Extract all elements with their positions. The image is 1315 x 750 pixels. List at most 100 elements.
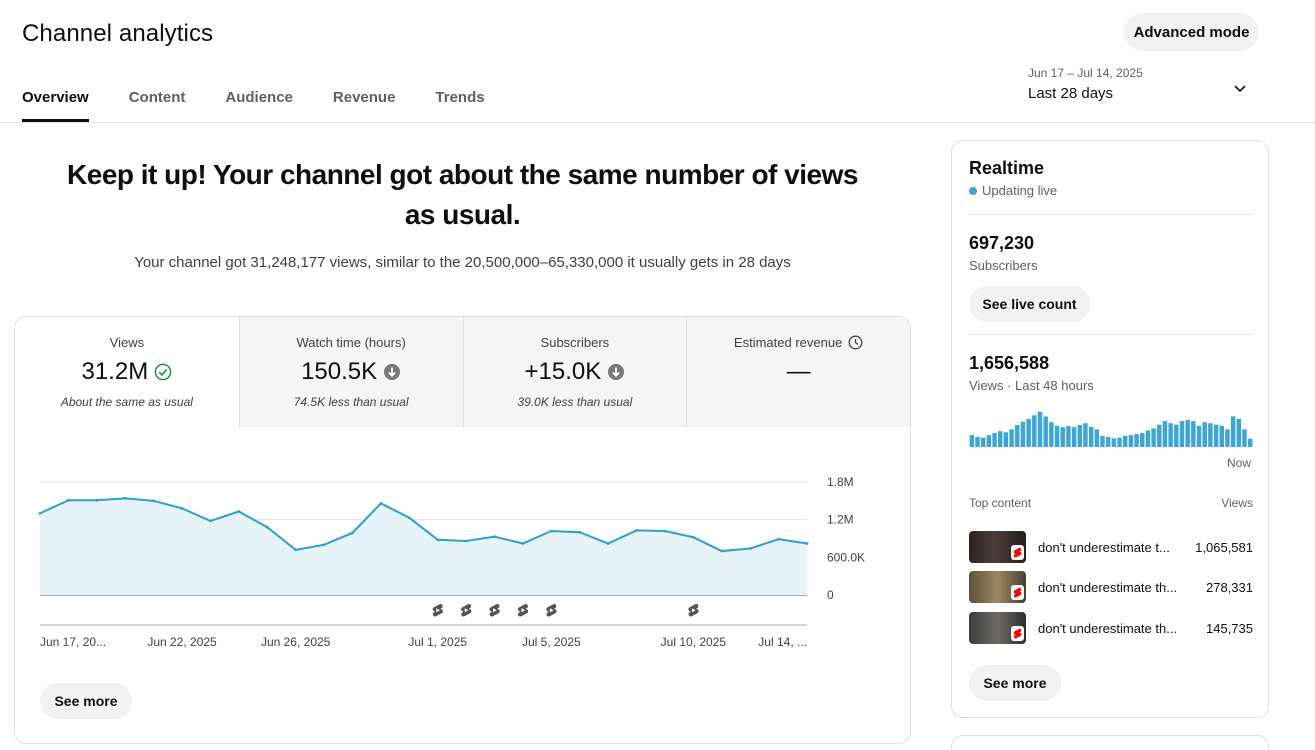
divider bbox=[969, 214, 1253, 215]
live-dot-icon bbox=[969, 186, 977, 195]
data-point bbox=[180, 506, 184, 510]
metric-value: — bbox=[786, 358, 811, 385]
realtime-card: Realtime Updating live 697,230 Subscribe… bbox=[951, 140, 1269, 718]
sparkline-bar bbox=[1060, 427, 1065, 447]
sparkline-bar bbox=[1162, 421, 1168, 447]
y-tick-label: 0 bbox=[827, 588, 834, 602]
data-point bbox=[152, 499, 156, 503]
sparkline-bar bbox=[1213, 424, 1219, 447]
metric-note: About the same as usual bbox=[60, 395, 193, 409]
data-point bbox=[379, 501, 383, 505]
data-point bbox=[95, 498, 99, 502]
series-area bbox=[40, 498, 807, 595]
tab-content[interactable]: Content bbox=[129, 84, 186, 122]
metric-views[interactable]: Views 31.2M About the same as usual bbox=[15, 317, 239, 427]
sparkline-bar bbox=[1208, 423, 1213, 447]
see-more-button[interactable]: See more bbox=[969, 665, 1061, 701]
realtime-title: Realtime bbox=[969, 158, 1045, 178]
sparkline-bar bbox=[1105, 436, 1111, 447]
data-point bbox=[294, 548, 298, 552]
x-tick-label: Jun 22, 2025 bbox=[147, 635, 217, 649]
top-content-title: don't underestimate t... bbox=[1038, 539, 1170, 555]
x-tick-label: Jun 17, 20... bbox=[40, 635, 106, 649]
top-content-title: don't underestimate th... bbox=[1038, 620, 1178, 636]
y-tick-label: 600.0K bbox=[827, 550, 865, 564]
metric-label: Views bbox=[109, 335, 145, 350]
data-point bbox=[67, 498, 70, 502]
sparkline-bar bbox=[1151, 428, 1156, 447]
sparkline-bar bbox=[1196, 425, 1202, 447]
top-content-row[interactable]: don't underestimate th... 278,331 bbox=[969, 571, 1253, 603]
see-more-button[interactable]: See more bbox=[40, 683, 132, 719]
page-title: Channel analytics bbox=[22, 20, 214, 47]
metric-value: 150.5K bbox=[301, 358, 378, 385]
tab-overview[interactable]: Overview bbox=[22, 84, 89, 122]
see-live-count-button[interactable]: See live count bbox=[969, 286, 1090, 322]
tab-revenue[interactable]: Revenue bbox=[333, 84, 396, 122]
data-point bbox=[493, 535, 496, 539]
top-content-header: Top content Views bbox=[969, 496, 1253, 510]
data-point bbox=[549, 529, 553, 533]
data-point bbox=[521, 542, 525, 545]
data-point bbox=[663, 529, 667, 533]
metric-subscribers[interactable]: Subscribers +15.0K 39.0K less than usual bbox=[462, 317, 687, 427]
sparkline-bar bbox=[1140, 432, 1145, 447]
data-point bbox=[748, 547, 752, 550]
sparkline-bar bbox=[1242, 429, 1247, 447]
video-thumbnail bbox=[969, 571, 1026, 603]
sparkline-bar bbox=[1083, 423, 1088, 447]
sparkline-bar bbox=[1236, 418, 1242, 447]
data-point bbox=[237, 510, 241, 513]
tab-trends[interactable]: Trends bbox=[435, 84, 484, 122]
tab-audience[interactable]: Audience bbox=[225, 84, 293, 122]
date-range-picker[interactable]: Jun 17 – Jul 14, 2025 Last 28 days bbox=[1028, 66, 1260, 110]
data-point bbox=[777, 537, 780, 541]
sparkline-bar bbox=[975, 436, 980, 447]
data-point bbox=[606, 542, 610, 545]
sparkline-bar bbox=[998, 431, 1003, 447]
top-content-views: 278,331 bbox=[1206, 579, 1253, 595]
realtime-views-value: 1,656,588 bbox=[969, 353, 1050, 373]
metric-value: 31.2M bbox=[81, 358, 149, 385]
data-point bbox=[436, 538, 440, 542]
x-tick-label: Jul 1, 2025 bbox=[408, 635, 467, 649]
shorts-marker-icon bbox=[688, 603, 699, 617]
sparkline-bar bbox=[1157, 424, 1162, 447]
sparkline-bar bbox=[1168, 423, 1173, 447]
sparkline-bar bbox=[1032, 415, 1037, 447]
shorts-marker-icon bbox=[432, 603, 443, 617]
tab-bar: Overview Content Audience Revenue Trends bbox=[22, 84, 525, 122]
shorts-marker-icon bbox=[546, 603, 557, 617]
metric-note: 39.0K less than usual bbox=[517, 395, 633, 409]
metric-estimated-revenue[interactable]: Estimated revenue — bbox=[686, 317, 910, 427]
top-content-views: 145,735 bbox=[1206, 620, 1253, 636]
y-tick-label: 1.8M bbox=[827, 475, 854, 489]
overview-card: Views 31.2M About the same as usual Watc… bbox=[14, 316, 911, 744]
top-content-views: 1,065,581 bbox=[1195, 539, 1253, 555]
views-chart: 0 600.0K 1.2M 1.8M Jun 17, 20... Jun 22, 2025… bbox=[15, 427, 910, 743]
sparkline-bar bbox=[1026, 418, 1031, 447]
shorts-icon bbox=[1011, 545, 1024, 560]
data-point bbox=[407, 516, 411, 520]
sparkline-bar bbox=[1202, 422, 1207, 447]
sparkline-bar bbox=[1225, 429, 1230, 447]
top-content-row[interactable]: don't underestimate th... 145,735 bbox=[969, 612, 1253, 644]
top-content-label: Top content bbox=[969, 496, 1032, 510]
sparkline-bar bbox=[1219, 425, 1224, 447]
sparkline-bar bbox=[1094, 429, 1100, 447]
data-point bbox=[805, 542, 809, 545]
arrow-down-circle-icon bbox=[608, 364, 625, 380]
sparkline-bar bbox=[1174, 424, 1179, 447]
advanced-mode-button[interactable]: Advanced mode bbox=[1124, 13, 1259, 51]
date-range-text: Jun 17 – Jul 14, 2025 bbox=[1028, 66, 1143, 80]
realtime-views-sparkline bbox=[969, 411, 1253, 447]
top-content-row[interactable]: don't underestimate t... 1,065,581 bbox=[969, 531, 1253, 563]
metric-watch-time[interactable]: Watch time (hours) 150.5K 74.5K less tha… bbox=[238, 317, 463, 427]
live-status: Updating live bbox=[969, 183, 1057, 198]
sparkline-bar bbox=[1009, 429, 1014, 447]
x-tick-label: Jul 10, 2025 bbox=[661, 635, 727, 649]
x-tick-label: Jul 5, 2025 bbox=[522, 635, 581, 649]
metric-tabs: Views 31.2M About the same as usual Watc… bbox=[15, 317, 910, 427]
shorts-icon bbox=[1011, 585, 1024, 600]
y-tick-label: 1.2M bbox=[827, 513, 854, 527]
